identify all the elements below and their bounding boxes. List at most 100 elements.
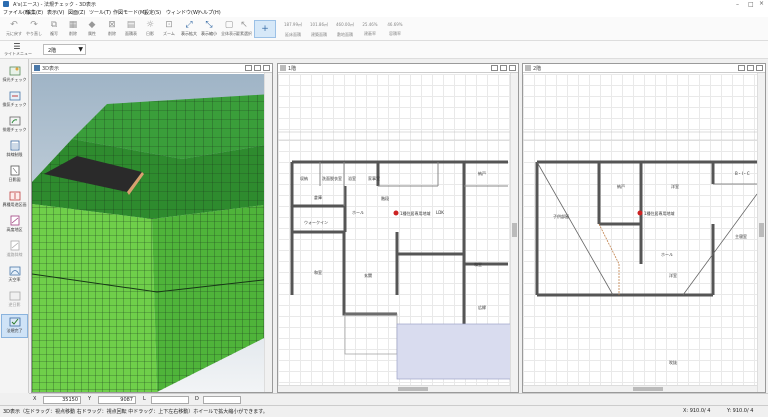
menu-help[interactable]: ヘルプ(H)	[198, 9, 221, 16]
pane-minimize-button[interactable]	[245, 65, 252, 71]
pane-hscrollbar[interactable]	[523, 385, 757, 392]
room-label: 倉庫	[314, 194, 322, 200]
pane-icon	[525, 65, 531, 71]
pane-maximize-button[interactable]	[747, 65, 754, 71]
zoom-out-icon: ⤡	[205, 20, 213, 30]
pane-close-button[interactable]	[509, 65, 516, 71]
redo-label: やり直し	[26, 31, 42, 36]
crosshair-button[interactable]: +	[254, 20, 276, 38]
stat-site-area: 460.00㎡ 敷地面積	[335, 20, 355, 40]
menu-edit[interactable]: 編集(E)	[26, 9, 43, 16]
3d-viewport[interactable]	[32, 74, 272, 392]
room-label: 主寝室	[735, 233, 747, 239]
stat-total-floor: 187.99㎡ 延床面積	[283, 20, 303, 40]
stat-label: 建築面積	[311, 32, 327, 37]
zone-note: 1種住居専用地域	[400, 210, 431, 216]
delete2-button[interactable]: ⊠ 削除	[102, 19, 122, 39]
sidebar-item-label: 採光チェック	[2, 77, 27, 82]
pane-floor1[interactable]: 1階 収納 洗面脱衣室 浴室 家事室 納戸 階段 ホール LDK ウォークイン …	[277, 63, 519, 393]
sidebar-item-sky[interactable]: 天空率	[1, 264, 28, 288]
area-list-button[interactable]: ▤ 面積表	[121, 19, 141, 39]
attribute-button[interactable]: ◆ 属性	[82, 19, 102, 39]
sidebar-item-label: 異種用途区画	[2, 202, 27, 207]
sun-button[interactable]: ☼ 日影	[140, 19, 160, 39]
floor1-plan[interactable]: 収納 洗面脱衣室 浴室 家事室 納戸 階段 ホール LDK ウォークイン 倉庫 …	[278, 74, 510, 385]
sidebar-item-reverse-shadow[interactable]: 逆日影	[1, 289, 28, 313]
close-button[interactable]: ×	[759, 0, 764, 7]
menu-drawing[interactable]: 図面(Z)	[68, 9, 85, 16]
sidebar-item-daylight[interactable]: 採光チェック	[1, 64, 28, 88]
road-slant-icon	[10, 240, 19, 251]
shadow-icon	[10, 165, 19, 176]
stat-floor-ratio: 46.69% 容積率	[385, 20, 405, 40]
pane-maximize-button[interactable]	[500, 65, 507, 71]
menu-window[interactable]: ウィンドウ(W)	[166, 9, 200, 16]
menu-view[interactable]: 表示(V)	[47, 9, 64, 16]
pane-floor2[interactable]: 2階 納戸 洋室 子供部屋 洋室 ホール 主寝室 吹抜 B・I・C 1種住居専用…	[522, 63, 766, 393]
pane-maximize-button[interactable]	[254, 65, 261, 71]
secondary-toolbar: ☰ ライトメニュー 2階 ▼	[0, 41, 768, 59]
pane-hscrollbar[interactable]	[278, 385, 510, 392]
d-field[interactable]	[203, 396, 241, 404]
area-list-label: 面積表	[125, 31, 137, 36]
stat-value: 460.00㎡	[336, 22, 354, 27]
hamburger-icon: ☰	[13, 42, 21, 51]
sidebar-item-fire-compartment[interactable]: 異種用途区画	[1, 189, 28, 213]
stat-building-area: 101.86㎡ 建築面積	[309, 20, 329, 40]
stat-value: 25.46%	[362, 22, 378, 27]
stat-label: 敷地面積	[337, 32, 353, 37]
reverse-shadow-icon	[9, 291, 20, 301]
sidebar-item-label: 道路斜線	[6, 252, 23, 257]
sidebar-item-law-complete[interactable]: 法規完了	[1, 314, 28, 338]
attribute-icon: ◆	[88, 20, 96, 30]
copy-button[interactable]: ⧉ 複写	[44, 19, 64, 39]
sidebar-item-road-slant[interactable]: 道路斜線	[1, 239, 28, 263]
status-bar: 3D表示（左ドラッグ：視点移動 右ドラッグ：視点回転 中ドラッグ：上下左右移動）…	[0, 405, 768, 417]
marker-point	[637, 210, 643, 216]
pane-minimize-button[interactable]	[491, 65, 498, 71]
pane-vscrollbar[interactable]	[757, 73, 765, 392]
light-menu-button[interactable]: ☰ ライトメニュー	[4, 42, 32, 58]
sidebar-item-smoke[interactable]: 排煙チェック	[1, 114, 28, 138]
room-label: ホール	[352, 210, 364, 215]
ventilation-icon	[9, 91, 20, 101]
sidebar-item-shadow[interactable]: 日影図	[1, 164, 28, 188]
delete-button[interactable]: ▦ 削除	[63, 19, 83, 39]
room-label: 和室	[314, 269, 322, 275]
pane-vscrollbar[interactable]	[264, 73, 272, 392]
undo-button[interactable]: ↶ 元に戻す	[4, 19, 24, 39]
menu-settings[interactable]: 設定(S)	[144, 9, 161, 16]
zoom-out-button[interactable]: ⤡ 表示縮小	[199, 19, 219, 39]
pane-title: 3D表示	[42, 66, 60, 72]
fit-icon: ▢	[224, 20, 234, 30]
x-field[interactable]: 35150	[43, 396, 81, 404]
room-label: 和室	[474, 261, 482, 267]
pane-close-button[interactable]	[263, 65, 270, 71]
pane-close-button[interactable]	[756, 65, 763, 71]
y-field[interactable]: 9087	[98, 396, 136, 404]
pane-minimize-button[interactable]	[738, 65, 745, 71]
redo-button[interactable]: ↷ やり直し	[24, 19, 44, 39]
zoom-window-button[interactable]: ⊡ ズーム	[159, 19, 179, 39]
maximize-button[interactable]: □	[748, 1, 754, 8]
smoke-icon	[9, 116, 20, 126]
delete-icon: ▦	[68, 20, 78, 30]
zoom-in-button[interactable]: ⤢ 表示拡大	[179, 19, 199, 39]
sidebar-item-label: 換気チェック	[2, 102, 27, 107]
sidebar-item-height-district[interactable]: 高度地区	[1, 214, 28, 238]
menu-tools[interactable]: ツール(T)	[89, 9, 111, 16]
pane-vscrollbar[interactable]	[510, 73, 518, 392]
select-button[interactable]: ↖ 要素選択	[234, 19, 254, 39]
sidebar-item-slant[interactable]: 斜線制限	[1, 139, 28, 163]
pane-3d-view[interactable]: 3D表示	[31, 63, 273, 393]
window-title: A's(エース) - 法規チェック - 3D表示	[13, 2, 97, 8]
room-label: 階段	[381, 195, 389, 201]
sidebar-item-ventilation[interactable]: 換気チェック	[1, 89, 28, 113]
sidebar-item-label: 日影図	[8, 177, 21, 182]
minimize-button[interactable]: –	[736, 1, 739, 8]
menu-mode[interactable]: 作図モード(M)	[113, 9, 146, 16]
room-label: 広縁	[478, 304, 486, 310]
l-field[interactable]	[151, 396, 189, 404]
floor-select[interactable]: 2階 ▼	[43, 44, 86, 55]
floor2-plan[interactable]: 納戸 洋室 子供部屋 洋室 ホール 主寝室 吹抜 B・I・C 1種住居専用地域	[523, 74, 757, 385]
